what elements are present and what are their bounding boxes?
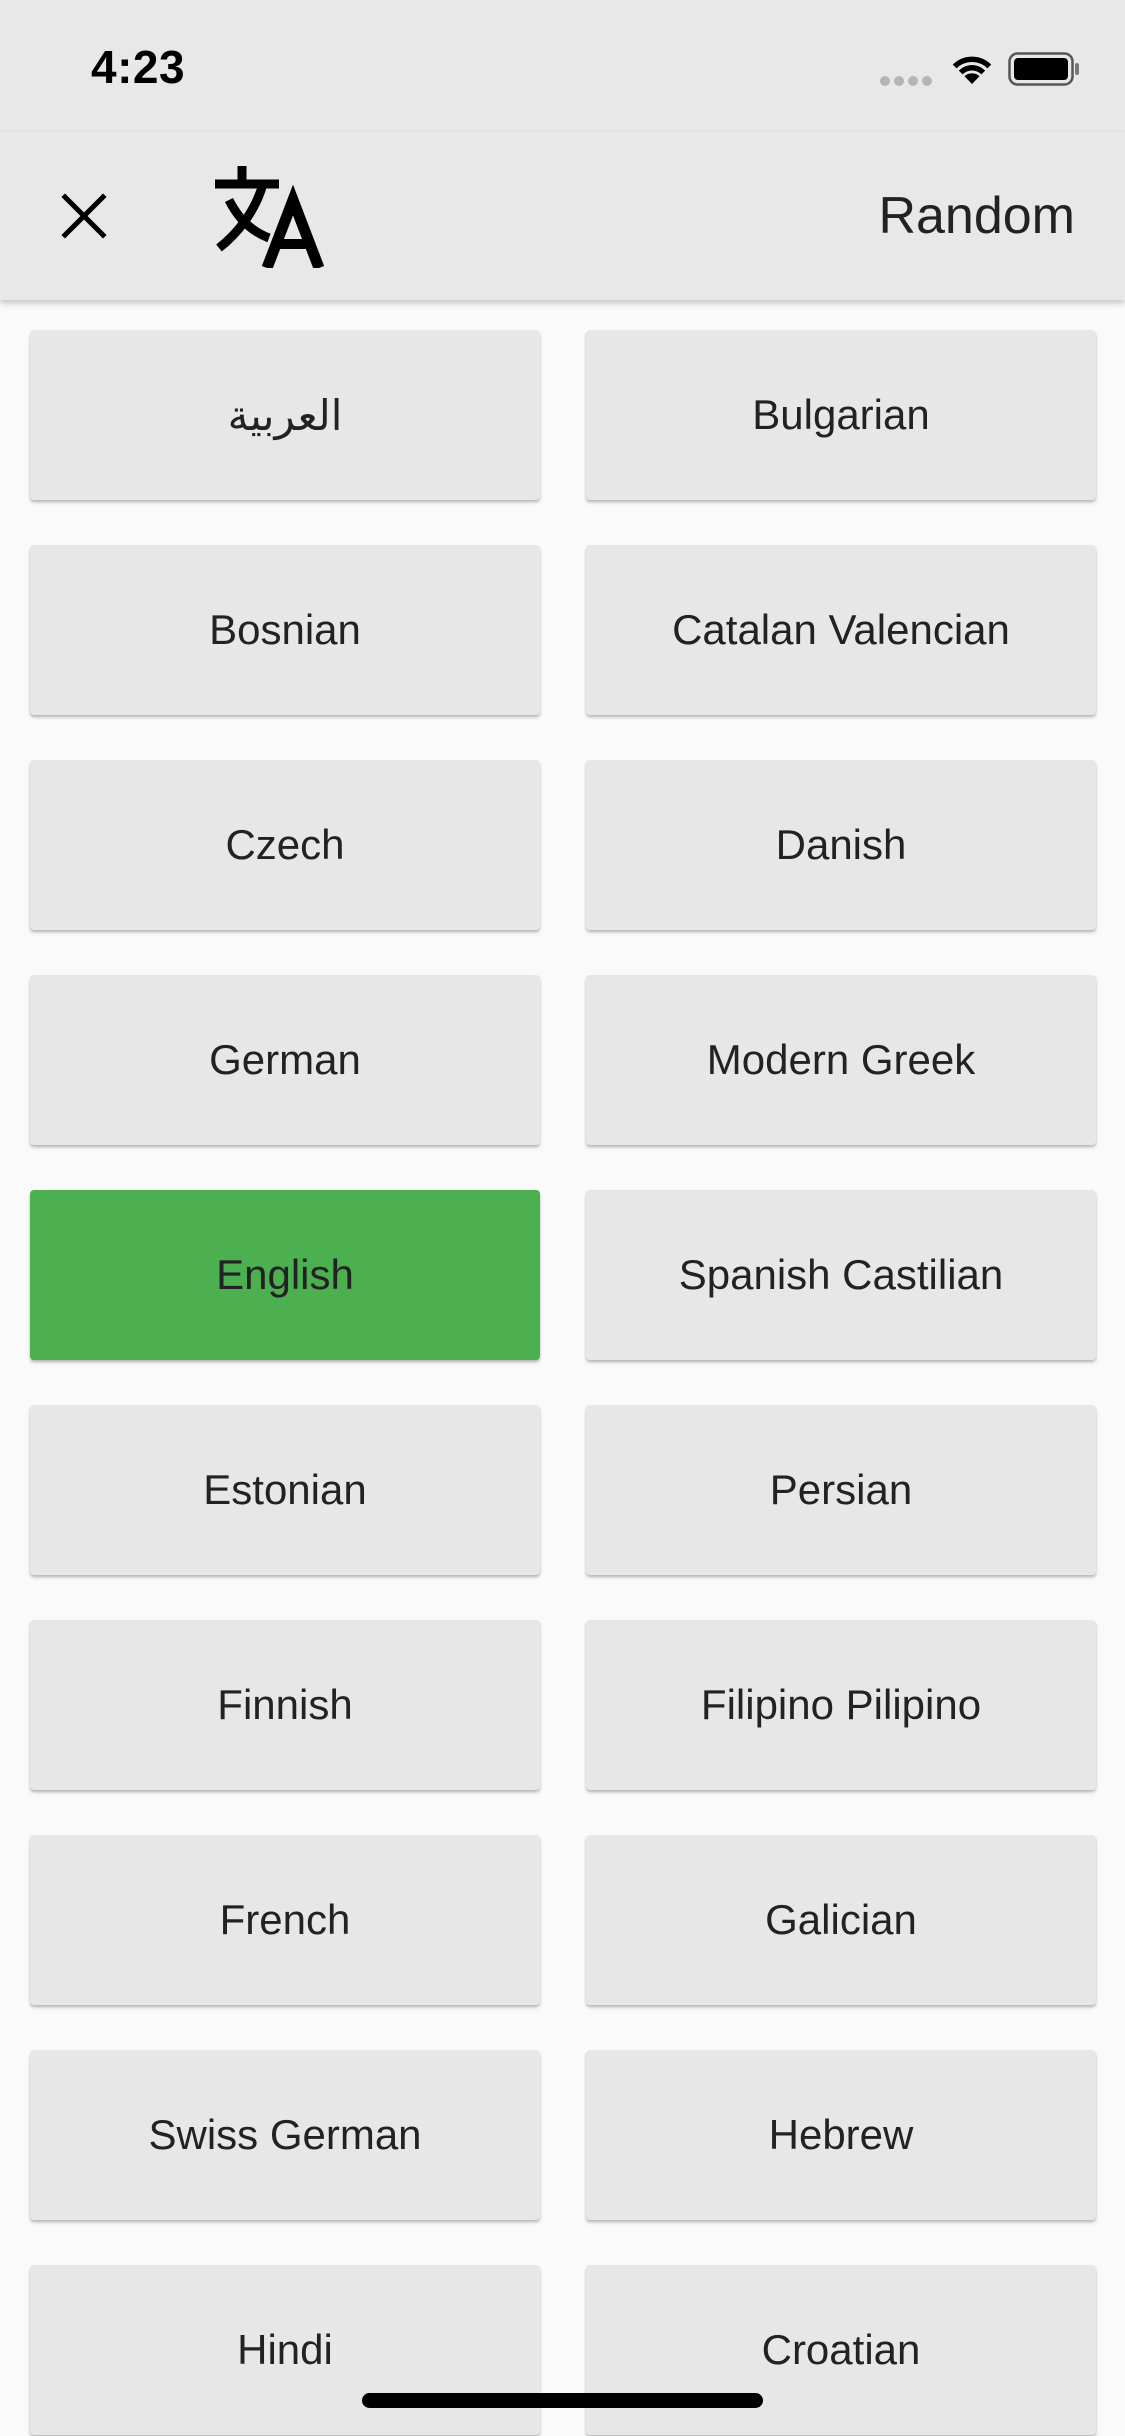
language-button-selected[interactable]: English bbox=[30, 1190, 540, 1360]
language-button[interactable]: العربية bbox=[30, 330, 540, 500]
translate-icon bbox=[215, 166, 325, 268]
battery-icon bbox=[1008, 52, 1079, 86]
language-button[interactable]: Finnish bbox=[30, 1620, 540, 1790]
language-button[interactable]: Galician bbox=[586, 1835, 1096, 2005]
random-button[interactable]: Random bbox=[878, 176, 1075, 256]
language-button[interactable]: Swiss German bbox=[30, 2050, 540, 2220]
language-button[interactable]: Spanish Castilian bbox=[586, 1190, 1096, 1360]
language-button[interactable]: Czech bbox=[30, 760, 540, 930]
language-button[interactable]: Bulgarian bbox=[586, 330, 1096, 500]
wifi-icon bbox=[952, 56, 992, 84]
language-button[interactable]: Hindi bbox=[30, 2265, 540, 2435]
language-button[interactable]: Croatian bbox=[586, 2265, 1096, 2435]
language-button[interactable]: Bosnian bbox=[30, 545, 540, 715]
language-button[interactable]: Hebrew bbox=[586, 2050, 1096, 2220]
language-button[interactable]: Danish bbox=[586, 760, 1096, 930]
language-grid: العربية Bulgarian Bosnian Catalan Valencian… bbox=[30, 330, 1096, 2435]
language-button[interactable]: Modern Greek bbox=[586, 975, 1096, 1145]
status-time: 4:23 bbox=[91, 41, 186, 93]
app-bar: Random bbox=[0, 132, 1125, 300]
home-indicator bbox=[362, 2393, 763, 2408]
language-button[interactable]: Persian bbox=[586, 1405, 1096, 1575]
cellular-signal-icon bbox=[880, 76, 934, 86]
translate-button[interactable] bbox=[208, 160, 332, 274]
language-button[interactable]: Catalan Valencian bbox=[586, 545, 1096, 715]
close-button[interactable] bbox=[40, 172, 128, 260]
close-icon bbox=[61, 193, 107, 239]
status-bar: 4:23 bbox=[0, 0, 1125, 132]
language-button[interactable]: Filipino Pilipino bbox=[586, 1620, 1096, 1790]
language-button[interactable]: German bbox=[30, 975, 540, 1145]
language-button[interactable]: Estonian bbox=[30, 1405, 540, 1575]
language-button[interactable]: French bbox=[30, 1835, 540, 2005]
